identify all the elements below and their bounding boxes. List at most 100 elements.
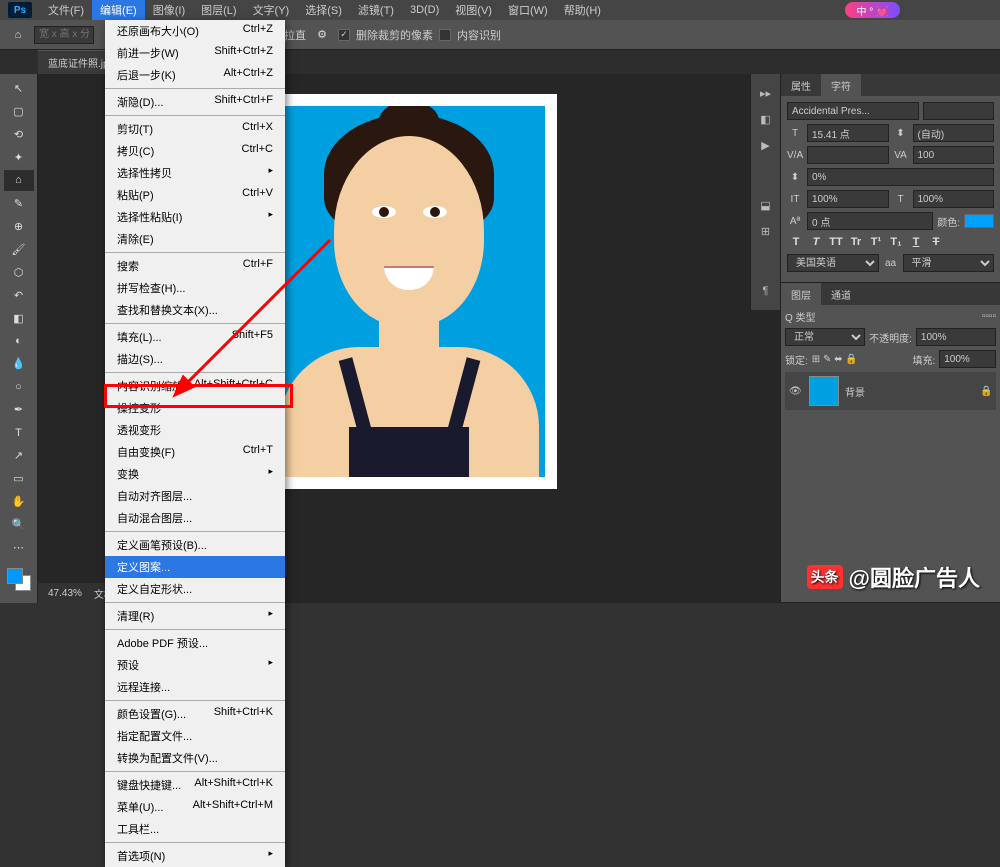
- menu-item[interactable]: 变换: [105, 463, 285, 485]
- kerning-input[interactable]: [807, 146, 889, 164]
- pen-tool[interactable]: ✒: [4, 399, 34, 420]
- menu-3d[interactable]: 3D(D): [402, 0, 447, 20]
- crop-tool[interactable]: ⌂: [4, 170, 34, 191]
- menu-item[interactable]: 渐隐(D)...Shift+Ctrl+F: [105, 91, 285, 113]
- menu-item[interactable]: 颜色设置(G)...Shift+Ctrl+K: [105, 703, 285, 725]
- type-tool[interactable]: T: [4, 422, 34, 443]
- font-size-input[interactable]: [807, 124, 889, 142]
- menu-item[interactable]: Adobe PDF 预设...: [105, 632, 285, 654]
- italic-button[interactable]: T: [807, 234, 825, 250]
- menu-view[interactable]: 视图(V): [447, 0, 500, 20]
- lock-icons[interactable]: ⊞ ✎ ⬌ 🔒: [812, 354, 858, 365]
- antialiasing-select[interactable]: 平滑: [903, 254, 995, 272]
- menu-item[interactable]: 自由变换(F)Ctrl+T: [105, 441, 285, 463]
- paragraph-panel-icon[interactable]: ¶: [755, 280, 777, 302]
- bold-button[interactable]: T: [787, 234, 805, 250]
- menu-item[interactable]: 搜索Ctrl+F: [105, 255, 285, 277]
- strikethrough-button[interactable]: T: [927, 234, 945, 250]
- text-color-swatch[interactable]: [964, 214, 994, 228]
- menu-image[interactable]: 图像(I): [145, 0, 193, 20]
- hscale2-input[interactable]: [913, 190, 995, 208]
- properties-tab[interactable]: 属性: [781, 74, 821, 96]
- menu-edit[interactable]: 编辑(E): [92, 0, 145, 20]
- color-swatches[interactable]: [7, 568, 31, 591]
- menu-filter[interactable]: 滤镜(T): [350, 0, 402, 20]
- menu-item[interactable]: 拷贝(C)Ctrl+C: [105, 140, 285, 162]
- filter-icon[interactable]: ▫▫▫▫: [982, 311, 996, 322]
- menu-item[interactable]: 查找和替换文本(X)...: [105, 299, 285, 321]
- menu-file[interactable]: 文件(F): [40, 0, 92, 20]
- history-panel-icon[interactable]: ▸▸: [755, 82, 777, 104]
- menu-item[interactable]: 填充(L)...Shift+F5: [105, 326, 285, 348]
- menu-item[interactable]: 转换为配置文件(V)...: [105, 747, 285, 769]
- dodge-tool[interactable]: ○: [4, 376, 34, 397]
- zoom-level[interactable]: 47.43%: [48, 588, 82, 599]
- blend-mode-select[interactable]: 正常: [785, 328, 865, 346]
- blur-tool[interactable]: 💧: [4, 353, 34, 374]
- magic-wand-tool[interactable]: ✦: [4, 147, 34, 168]
- font-style-input[interactable]: [923, 102, 994, 120]
- menu-help[interactable]: 帮助(H): [556, 0, 609, 20]
- allcaps-button[interactable]: TT: [827, 234, 845, 250]
- menu-type[interactable]: 文字(Y): [245, 0, 298, 20]
- gradient-tool[interactable]: ◐: [4, 330, 34, 351]
- brushes-panel-icon[interactable]: ⬓: [755, 194, 777, 216]
- eyedropper-tool[interactable]: ✎: [4, 193, 34, 214]
- menu-item[interactable]: 指定配置文件...: [105, 725, 285, 747]
- menu-item[interactable]: 选择性拷贝: [105, 162, 285, 184]
- layer-row[interactable]: 👁 背景 🔒: [785, 372, 996, 410]
- menu-item[interactable]: 粘贴(P)Ctrl+V: [105, 184, 285, 206]
- foreground-color[interactable]: [7, 568, 23, 584]
- opacity-input[interactable]: [916, 328, 996, 346]
- crop-dimensions-input[interactable]: [34, 26, 94, 44]
- gear-icon[interactable]: ⚙: [312, 25, 332, 45]
- menu-item[interactable]: 清理(R): [105, 605, 285, 627]
- vscale-input[interactable]: [807, 168, 994, 186]
- menu-item[interactable]: 内容识别缩放Alt+Shift+Ctrl+C: [105, 375, 285, 397]
- hscale-input[interactable]: [807, 190, 889, 208]
- smallcaps-button[interactable]: Tr: [847, 234, 865, 250]
- menu-item[interactable]: 自动混合图层...: [105, 507, 285, 529]
- swatches-panel-icon[interactable]: ⊞: [755, 220, 777, 242]
- layer-name[interactable]: 背景: [845, 384, 865, 399]
- content-aware-checkbox[interactable]: [439, 29, 451, 41]
- eraser-tool[interactable]: ◧: [4, 308, 34, 329]
- history-brush-tool[interactable]: ↶: [4, 285, 34, 306]
- menu-item[interactable]: 前进一步(W)Shift+Ctrl+Z: [105, 42, 285, 64]
- superscript-button[interactable]: T¹: [867, 234, 885, 250]
- marquee-tool[interactable]: ▢: [4, 101, 34, 122]
- hand-tool[interactable]: ✋: [4, 491, 34, 512]
- menu-item[interactable]: 清除(E): [105, 228, 285, 250]
- layer-thumbnail[interactable]: [809, 376, 839, 406]
- menu-item[interactable]: 远程连接...: [105, 676, 285, 698]
- character-tab[interactable]: 字符: [821, 74, 861, 96]
- menu-select[interactable]: 选择(S): [297, 0, 350, 20]
- actions-panel-icon[interactable]: ▶: [755, 134, 777, 156]
- underline-button[interactable]: T: [907, 234, 925, 250]
- menu-item[interactable]: 工具栏...: [105, 818, 285, 840]
- stamp-tool[interactable]: ⬡: [4, 262, 34, 283]
- menu-item[interactable]: 透视变形: [105, 419, 285, 441]
- menu-item[interactable]: 定义画笔预设(B)...: [105, 534, 285, 556]
- menu-item[interactable]: 首选项(N): [105, 845, 285, 867]
- zoom-tool[interactable]: 🔍: [4, 514, 34, 535]
- menu-item[interactable]: 选择性粘贴(I): [105, 206, 285, 228]
- subscript-button[interactable]: T₁: [887, 234, 905, 250]
- baseline-input[interactable]: [807, 212, 933, 230]
- menu-item[interactable]: 描边(S)...: [105, 348, 285, 370]
- menu-item[interactable]: 操控变形: [105, 397, 285, 419]
- lock-icon[interactable]: 🔒: [980, 386, 992, 397]
- delete-cropped-checkbox[interactable]: [338, 29, 350, 41]
- healing-tool[interactable]: ⊕: [4, 216, 34, 237]
- menu-item[interactable]: 预设: [105, 654, 285, 676]
- brush-tool[interactable]: 🖌: [4, 239, 34, 260]
- lasso-tool[interactable]: ⟲: [4, 124, 34, 145]
- leading-input[interactable]: [913, 124, 995, 142]
- menu-item[interactable]: 后退一步(K)Alt+Ctrl+Z: [105, 64, 285, 86]
- tracking-input[interactable]: [913, 146, 995, 164]
- visibility-icon[interactable]: 👁: [789, 386, 803, 397]
- menu-item[interactable]: 还原画布大小(O)Ctrl+Z: [105, 20, 285, 42]
- path-tool[interactable]: ↗: [4, 445, 34, 466]
- language-select[interactable]: 美国英语: [787, 254, 879, 272]
- menu-item[interactable]: 剪切(T)Ctrl+X: [105, 118, 285, 140]
